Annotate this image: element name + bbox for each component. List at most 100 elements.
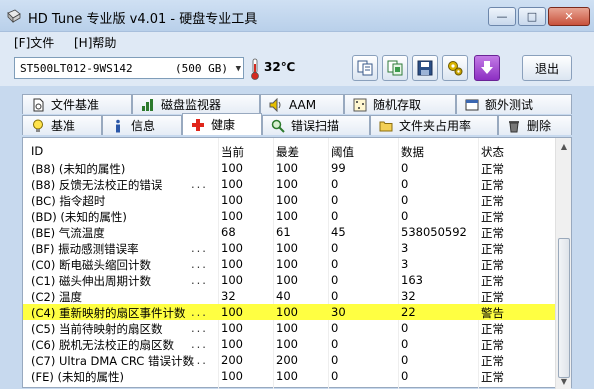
table-row[interactable]: (BF) 振动感测错误率 100 100 0 3 正常...	[23, 240, 557, 256]
menu-file[interactable]: [F]文件	[14, 34, 54, 51]
cell-current: 100	[221, 193, 243, 207]
cell-status: 正常	[481, 290, 504, 304]
tab-file-benchmark[interactable]: 文件基准	[22, 94, 132, 114]
cell-worst: 100	[276, 337, 298, 351]
exit-button[interactable]: 退出	[522, 55, 572, 81]
close-button[interactable]: ✕	[548, 7, 590, 26]
cell-threshold: 0	[331, 337, 339, 351]
header-data[interactable]: 数据	[401, 144, 424, 160]
toolbar: ST500LT012-9WS142 (500 GB) ▼ 32℃ 退出	[0, 52, 594, 86]
cell-status: 正常	[481, 370, 504, 384]
vertical-scrollbar[interactable]: ▲ ▼	[555, 138, 571, 389]
table-row[interactable]: (B8) 反馈无法校正的错误 100 100 0 0 正常...	[23, 176, 557, 192]
tab-row-top: 文件基准 磁盘监视器 AAM 随机存取 额外测试	[22, 94, 572, 114]
table-row[interactable]: (C1) 磁头伸出周期计数 100 100 0 163 正常...	[23, 272, 557, 288]
drive-model: ST500LT012-9WS142	[20, 62, 133, 75]
folder-icon	[379, 121, 393, 131]
table-row[interactable]: (BC) 指令超时 100 100 0 0 正常	[23, 192, 557, 208]
window-title: HD Tune 专业版 v4.01 - 硬盘专业工具	[28, 12, 258, 27]
cell-data: 0	[401, 369, 409, 383]
header-id[interactable]: ID	[31, 144, 43, 158]
title-bar: HD Tune 专业版 v4.01 - 硬盘专业工具 — □ ✕	[0, 0, 594, 32]
save-button[interactable]	[412, 55, 438, 81]
tab-label: AAM	[289, 97, 317, 112]
lightbulb-icon	[33, 119, 43, 132]
header-threshold[interactable]: 阈值	[331, 144, 354, 160]
table-row[interactable]: (B8) (未知的属性) 100 100 99 0 正常	[23, 160, 557, 176]
truncation-dots: ...	[191, 305, 208, 319]
truncation-dots: ...	[191, 353, 208, 367]
truncation-dots: ...	[191, 337, 208, 351]
cell-data: 3	[401, 241, 409, 255]
table-row[interactable]: (C5) 当前待映射的扇区数 100 100 0 0 正常...	[23, 320, 557, 336]
magnifier-icon	[271, 119, 285, 133]
table-row[interactable]: (C7) Ultra DMA CRC 错误计数 200 200 0 0 正常...	[23, 352, 557, 368]
drive-select[interactable]: ST500LT012-9WS142 (500 GB) ▼	[14, 57, 244, 79]
menu-help[interactable]: [H]帮助	[74, 34, 116, 51]
tab-benchmark[interactable]: 基准	[22, 115, 102, 135]
cell-current: 100	[221, 177, 243, 191]
table-row[interactable]: (C4) 重新映射的扇区事件计数 100 100 30 22 警告...	[23, 304, 557, 320]
tab-health[interactable]: 健康	[182, 113, 262, 135]
extra-tests-icon	[465, 99, 479, 110]
cell-id: (BE) 气流温度	[31, 226, 105, 240]
tab-error-scan[interactable]: 错误扫描	[262, 115, 370, 135]
tab-disk-monitor[interactable]: 磁盘监视器	[132, 94, 260, 114]
tab-random-access[interactable]: 随机存取	[344, 94, 456, 114]
cell-threshold: 99	[331, 161, 346, 175]
cell-data: 0	[401, 209, 409, 223]
scroll-up-icon[interactable]: ▲	[556, 138, 572, 154]
cell-threshold: 0	[331, 369, 339, 383]
cell-data: 538050592	[401, 225, 467, 239]
header-status[interactable]: 状态	[481, 144, 504, 160]
tab-aam[interactable]: AAM	[260, 94, 344, 114]
cell-status: 正常	[481, 162, 504, 176]
table-row[interactable]: (FE) (未知的属性) 100 100 0 0 正常	[23, 368, 557, 384]
cell-threshold: 0	[331, 177, 339, 191]
copy-screenshot-button[interactable]	[382, 55, 408, 81]
tab-folder-usage[interactable]: 文件夹占用率	[370, 115, 498, 135]
scroll-down-icon[interactable]: ▼	[556, 373, 572, 389]
scroll-thumb[interactable]	[558, 238, 570, 378]
cell-current: 68	[221, 225, 236, 239]
options-icon	[448, 61, 463, 76]
header-current[interactable]: 当前	[221, 144, 244, 160]
cell-status: 警告	[481, 306, 504, 320]
options-button[interactable]	[442, 55, 468, 81]
cell-current: 32	[221, 289, 236, 303]
cell-threshold: 0	[331, 257, 339, 271]
cell-id: (BC) 指令超时	[31, 194, 106, 208]
cell-data: 0	[401, 161, 409, 175]
download-button[interactable]	[474, 55, 500, 81]
table-row[interactable]: (C0) 断电磁头缩回计数 100 100 0 3 正常...	[23, 256, 557, 272]
tab-info[interactable]: 信息	[102, 115, 182, 135]
table-row[interactable]: (BE) 气流温度 68 61 45 538050592 正常	[23, 224, 557, 240]
tab-extra-tests[interactable]: 额外测试	[456, 94, 572, 114]
tab-label: 磁盘监视器	[161, 98, 222, 112]
copy-screenshot-icon	[387, 60, 403, 76]
header-worst[interactable]: 最差	[276, 144, 299, 160]
maximize-button[interactable]: □	[518, 7, 546, 26]
copy-text-button[interactable]	[352, 55, 378, 81]
cell-worst: 100	[276, 273, 298, 287]
cell-current: 100	[221, 209, 243, 223]
cell-worst: 100	[276, 241, 298, 255]
cell-data: 0	[401, 177, 409, 191]
tab-label: 基准	[51, 119, 76, 133]
drive-size: (500 GB)	[175, 62, 228, 75]
tab-erase[interactable]: 删除	[498, 115, 572, 135]
minimize-button[interactable]: —	[488, 7, 516, 26]
tab-label: 删除	[527, 119, 552, 133]
red-cross-icon	[192, 118, 204, 131]
table-row[interactable]: (BD) (未知的属性) 100 100 0 0 正常	[23, 208, 557, 224]
table-row[interactable]: (C6) 脱机无法校正的扇区数 100 100 0 0 正常...	[23, 336, 557, 352]
cell-data: 0	[401, 193, 409, 207]
cell-status: 正常	[481, 274, 504, 288]
cell-worst: 61	[276, 225, 291, 239]
cell-id: (FE) (未知的属性)	[31, 370, 124, 384]
dropdown-arrow-icon: ▼	[235, 64, 241, 74]
table-row[interactable]: (C2) 温度 32 40 0 32 正常	[23, 288, 557, 304]
table-header: ID 当前 最差 阈值 数据 状态	[23, 143, 557, 159]
file-benchmark-icon	[33, 98, 44, 111]
cell-data: 0	[401, 353, 409, 367]
